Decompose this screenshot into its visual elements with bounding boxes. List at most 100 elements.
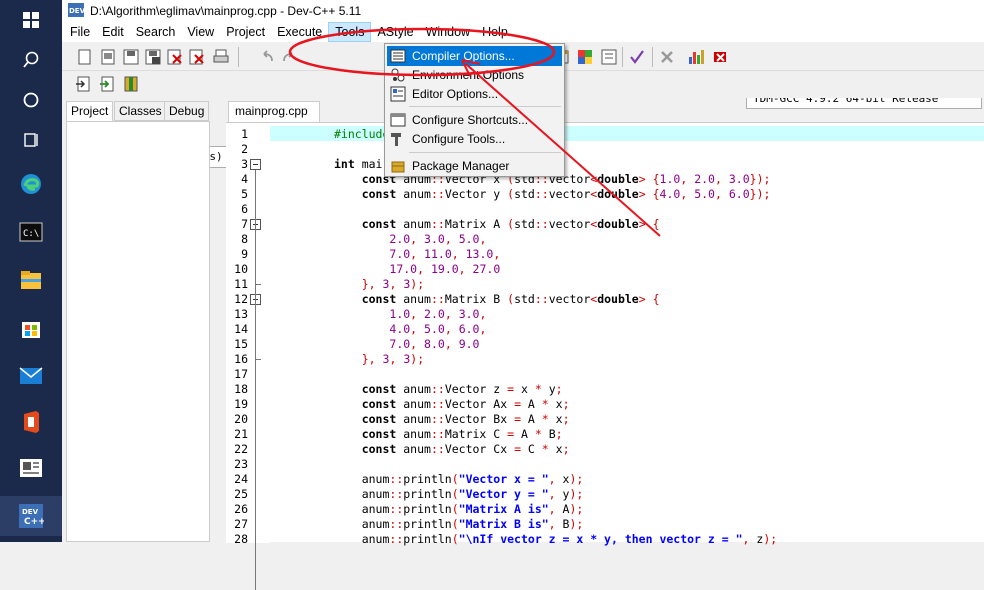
code-line[interactable]: }, 3, 3); xyxy=(334,352,424,367)
shortcuts-icon xyxy=(389,112,407,128)
menu-search[interactable]: Search xyxy=(130,22,182,42)
goto-icon[interactable] xyxy=(74,75,92,93)
svg-text:C++: C++ xyxy=(24,517,44,527)
code-line[interactable]: #include xyxy=(334,127,389,142)
menu-project[interactable]: Project xyxy=(220,22,271,42)
code-line[interactable]: const anum::Vector Ax = A * x; xyxy=(334,397,570,412)
insert-icon[interactable] xyxy=(98,75,116,93)
menu-item-label: Compiler Options... xyxy=(412,49,515,63)
mail-icon[interactable] xyxy=(0,358,62,394)
code-line[interactable]: 7.0, 11.0, 13.0, xyxy=(334,247,500,262)
close-file-icon[interactable] xyxy=(166,48,184,66)
tools-menu: Compiler Options... Environment Options … xyxy=(384,43,565,177)
menu-item-configure-shortcuts[interactable]: Configure Shortcuts... xyxy=(387,110,562,130)
menu-item-compiler-options[interactable]: Compiler Options... xyxy=(387,46,562,66)
menu-file[interactable]: File xyxy=(64,22,96,42)
code-line[interactable]: 7.0, 8.0, 9.0 xyxy=(334,337,479,352)
search-icon[interactable] xyxy=(0,42,62,78)
left-panel-tabs: Project Classes Debug xyxy=(66,101,210,122)
code-line[interactable]: const anum::Matrix B (std::vector<double… xyxy=(334,292,660,307)
devcpp-icon[interactable]: DEV C++ xyxy=(0,496,62,536)
svg-text:C:\: C:\ xyxy=(23,229,39,239)
toolbar-separator xyxy=(238,47,239,67)
editor-options-icon xyxy=(389,86,407,102)
code-line[interactable]: 4.0, 5.0, 6.0, xyxy=(334,322,486,337)
menu-item-package-manager[interactable]: Package Manager xyxy=(387,156,562,176)
menu-item-label: Configure Shortcuts... xyxy=(412,113,529,127)
compiler-options-icon xyxy=(389,48,407,64)
menu-separator xyxy=(409,152,561,153)
menu-astyle[interactable]: AStyle xyxy=(371,22,419,42)
cortana-icon[interactable] xyxy=(0,82,62,118)
store-icon[interactable] xyxy=(0,310,62,346)
code-area[interactable]: #include int mai const anum::Vector x (st… xyxy=(226,123,984,546)
menu-window[interactable]: Window xyxy=(420,22,476,42)
package-icon xyxy=(389,158,407,174)
menu-item-editor-options[interactable]: Editor Options... xyxy=(387,84,562,104)
tab-mainprog[interactable]: mainprog.cpp xyxy=(228,101,320,122)
taskbar: C:\ DEV C++ xyxy=(0,0,62,542)
bookmark-icon[interactable] xyxy=(122,75,140,93)
delete-icon[interactable] xyxy=(658,48,676,66)
menu-item-label: Package Manager xyxy=(412,159,510,173)
svg-text:DEV: DEV xyxy=(22,508,39,516)
window-title: D:\Algorithm\eglimav\mainprog.cpp - Dev-… xyxy=(90,4,362,18)
code-line[interactable]: const anum::Matrix A (std::vector<double… xyxy=(334,217,660,232)
open-file-icon[interactable] xyxy=(100,48,118,66)
terminal-icon[interactable]: C:\ xyxy=(0,214,62,250)
app-icon: DEV xyxy=(68,2,86,20)
office-icon[interactable] xyxy=(0,404,62,440)
print-icon[interactable] xyxy=(212,48,230,66)
chart-icon[interactable] xyxy=(688,48,706,66)
menu-help[interactable]: Help xyxy=(476,22,514,42)
menu-item-configure-tools[interactable]: Configure Tools... xyxy=(387,129,562,149)
menu-item-environment-options[interactable]: Environment Options xyxy=(387,65,562,85)
tab-debug[interactable]: Debug xyxy=(164,101,210,121)
svg-text:DEV: DEV xyxy=(69,7,84,15)
menu-view[interactable]: View xyxy=(181,22,220,42)
properties-icon[interactable] xyxy=(600,48,618,66)
menu-execute[interactable]: Execute xyxy=(271,22,328,42)
tab-project[interactable]: Project xyxy=(66,101,114,122)
menu-edit[interactable]: Edit xyxy=(96,22,130,42)
new-file-icon[interactable] xyxy=(76,48,94,66)
task-view-icon[interactable] xyxy=(0,122,62,158)
project-panel xyxy=(66,121,210,542)
title-bar: DEV D:\Algorithm\eglimav\mainprog.cpp - … xyxy=(62,0,984,22)
close-all-icon[interactable] xyxy=(188,48,206,66)
code-line[interactable]: const anum::Vector Cx = C * x; xyxy=(334,442,570,457)
menu-tools[interactable]: Tools xyxy=(328,22,372,42)
check-icon[interactable] xyxy=(628,48,646,66)
code-line[interactable]: const anum::Matrix C = A * B; xyxy=(334,427,563,442)
code-editor[interactable]: 1 2 3 4 5 6 7 8 9 10 11 12 13 14 15 16 17 18 19 20 21 22 23 24 2… xyxy=(226,122,984,590)
code-line[interactable]: }, 3, 3); xyxy=(334,277,424,292)
code-line[interactable]: 2.0, 3.0, 5.0, xyxy=(334,232,486,247)
edge-icon[interactable] xyxy=(0,166,62,202)
code-line[interactable]: 17.0, 19.0, 27.0 xyxy=(334,262,500,277)
save-all-icon[interactable] xyxy=(144,48,162,66)
code-line[interactable]: anum::println("Matrix B is", B); xyxy=(334,517,584,532)
stop-icon[interactable] xyxy=(712,48,730,66)
code-line[interactable]: 1.0, 2.0, 3.0, xyxy=(334,307,486,322)
news-icon[interactable] xyxy=(0,450,62,486)
toolbar-separator xyxy=(622,47,623,67)
code-line[interactable]: const anum::Vector z = x * y; xyxy=(334,382,563,397)
menu-bar: File Edit Search View Project Execute To… xyxy=(62,22,984,42)
menu-item-label: Environment Options xyxy=(412,68,525,82)
code-line[interactable]: anum::println("Vector y = ", y); xyxy=(334,487,584,502)
code-line[interactable]: anum::println("Matrix A is", A); xyxy=(334,502,584,517)
code-line[interactable]: int mai xyxy=(334,157,382,172)
undo-icon[interactable] xyxy=(258,48,276,66)
code-line[interactable]: const anum::Vector y (std::vector<double… xyxy=(334,187,771,202)
menu-item-label: Editor Options... xyxy=(412,87,499,101)
tab-classes[interactable]: Classes xyxy=(114,101,167,121)
toolbar-separator xyxy=(652,47,653,67)
code-line[interactable]: const anum::Vector Bx = A * x; xyxy=(334,412,570,427)
save-icon[interactable] xyxy=(122,48,140,66)
code-line[interactable]: anum::println("\nIf vector z = x * y, th… xyxy=(334,532,778,547)
redo-icon[interactable] xyxy=(280,48,298,66)
file-explorer-icon[interactable] xyxy=(0,262,62,298)
windows-start-icon[interactable] xyxy=(0,2,62,38)
grid-icon[interactable] xyxy=(576,48,594,66)
code-line[interactable]: anum::println("Vector x = ", x); xyxy=(334,472,584,487)
